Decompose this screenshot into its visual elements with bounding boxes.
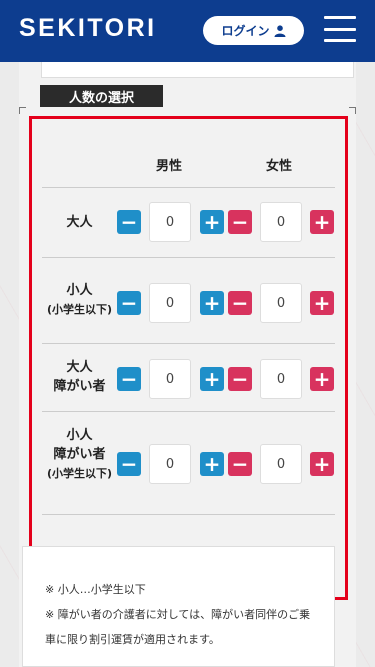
row-label-main: 大人 <box>66 360 93 375</box>
column-header-female: 女性 <box>266 159 293 174</box>
row-label: 大人 <box>42 213 117 232</box>
row-child-disabled: 小人 障がい者 (小学生以下) − 0 + − 0 + <box>32 412 345 517</box>
passenger-count-selector: 男性 女性 大人 − 0 + − 0 + 小人 (小学生以下) − 0 + − … <box>29 116 348 600</box>
male-quantity[interactable]: 0 <box>149 283 191 323</box>
previous-section-box <box>41 62 354 78</box>
row-label-main: 大人 <box>66 215 93 230</box>
female-plus-button[interactable]: + <box>310 452 334 476</box>
row-adult: 大人 − 0 + − 0 + <box>32 188 345 257</box>
row-label-main: 小人 <box>66 283 93 298</box>
row-child: 小人 (小学生以下) − 0 + − 0 + <box>32 258 345 347</box>
section-title: 人数の選択 <box>40 85 163 107</box>
female-quantity[interactable]: 0 <box>260 283 302 323</box>
female-quantity[interactable]: 0 <box>260 444 302 484</box>
female-minus-button[interactable]: − <box>228 210 252 234</box>
male-quantity[interactable]: 0 <box>149 202 191 242</box>
male-minus-button[interactable]: − <box>117 367 141 391</box>
user-icon <box>274 24 285 37</box>
female-plus-button[interactable]: + <box>310 367 334 391</box>
login-label: ログイン <box>221 24 270 38</box>
male-plus-button[interactable]: + <box>200 210 224 234</box>
notes-box: ※ 小人…小学生以下 ※ 障がい者の介護者に対しては、障がい者同伴のご乗 車に限… <box>22 546 335 667</box>
login-button[interactable]: ログイン <box>203 16 304 45</box>
female-minus-button[interactable]: − <box>228 367 252 391</box>
note-line: ※ 小人…小学生以下 <box>45 583 146 596</box>
row-adult-disabled: 大人 障がい者 − 0 + − 0 + <box>32 344 345 413</box>
male-minus-button[interactable]: − <box>117 452 141 476</box>
corner-mark <box>349 107 356 114</box>
row-label-second: 障がい者 <box>53 447 106 462</box>
row-label: 小人 (小学生以下) <box>42 281 117 319</box>
male-quantity[interactable]: 0 <box>149 359 191 399</box>
female-quantity[interactable]: 0 <box>260 202 302 242</box>
note-line: ※ 障がい者の介護者に対しては、障がい者同伴のご乗 <box>45 608 311 621</box>
female-plus-button[interactable]: + <box>310 210 334 234</box>
row-label: 小人 障がい者 (小学生以下) <box>42 426 117 483</box>
male-quantity[interactable]: 0 <box>149 444 191 484</box>
row-label-second: 障がい者 <box>53 379 106 394</box>
row-label-main: 小人 <box>66 428 93 443</box>
male-plus-button[interactable]: + <box>200 452 224 476</box>
row-label-sub: (小学生以下) <box>46 467 113 480</box>
male-minus-button[interactable]: − <box>117 210 141 234</box>
female-minus-button[interactable]: − <box>228 291 252 315</box>
row-label-sub: (小学生以下) <box>46 303 113 316</box>
column-header-male: 男性 <box>156 159 183 174</box>
male-minus-button[interactable]: − <box>117 291 141 315</box>
row-label: 大人 障がい者 <box>42 358 117 396</box>
note-line: 車に限り割引運賃が適用されます。 <box>45 633 220 646</box>
logo[interactable]: SEKITORI <box>19 14 157 43</box>
app-header: SEKITORI ログイン <box>0 0 375 62</box>
male-plus-button[interactable]: + <box>200 291 224 315</box>
female-plus-button[interactable]: + <box>310 291 334 315</box>
male-plus-button[interactable]: + <box>200 367 224 391</box>
hamburger-menu-icon[interactable] <box>324 16 356 42</box>
corner-mark <box>19 107 26 114</box>
divider <box>42 514 335 515</box>
female-quantity[interactable]: 0 <box>260 359 302 399</box>
female-minus-button[interactable]: − <box>228 452 252 476</box>
